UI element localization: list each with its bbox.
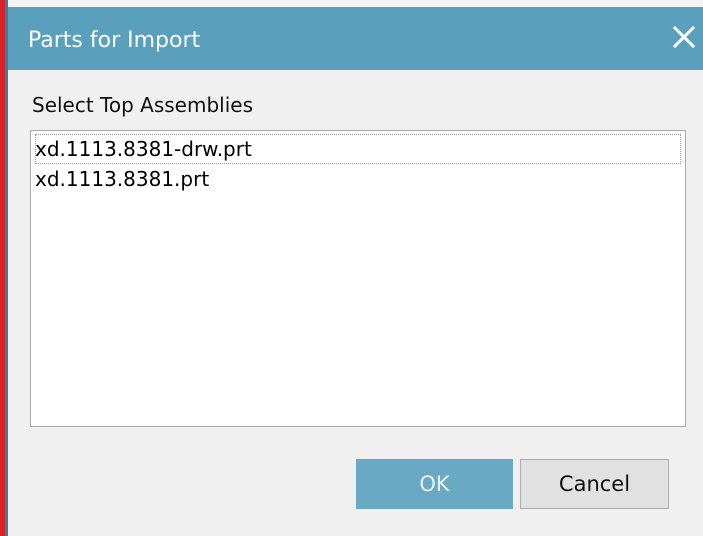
cancel-button[interactable]: Cancel [520, 459, 669, 509]
top-assemblies-listbox[interactable]: xd.1113.8381-drw.prt xd.1113.8381.prt [30, 130, 686, 427]
dialog-title: Parts for Import [28, 28, 201, 53]
parts-for-import-dialog: Parts for Import Select Top Assemblies x… [8, 0, 703, 536]
list-item-label: xd.1113.8381.prt [35, 167, 210, 191]
dialog-content: Select Top Assemblies xd.1113.8381-drw.p… [8, 70, 703, 536]
list-item[interactable]: xd.1113.8381-drw.prt [35, 134, 681, 164]
ok-button[interactable]: OK [356, 459, 513, 509]
top-strip [8, 0, 703, 7]
select-top-assemblies-label: Select Top Assemblies [32, 93, 254, 117]
title-bar[interactable]: Parts for Import [8, 7, 703, 70]
list-item-label: xd.1113.8381-drw.prt [35, 137, 252, 161]
list-item[interactable]: xd.1113.8381.prt [35, 164, 681, 194]
close-button[interactable] [667, 20, 701, 54]
close-icon [672, 25, 696, 49]
